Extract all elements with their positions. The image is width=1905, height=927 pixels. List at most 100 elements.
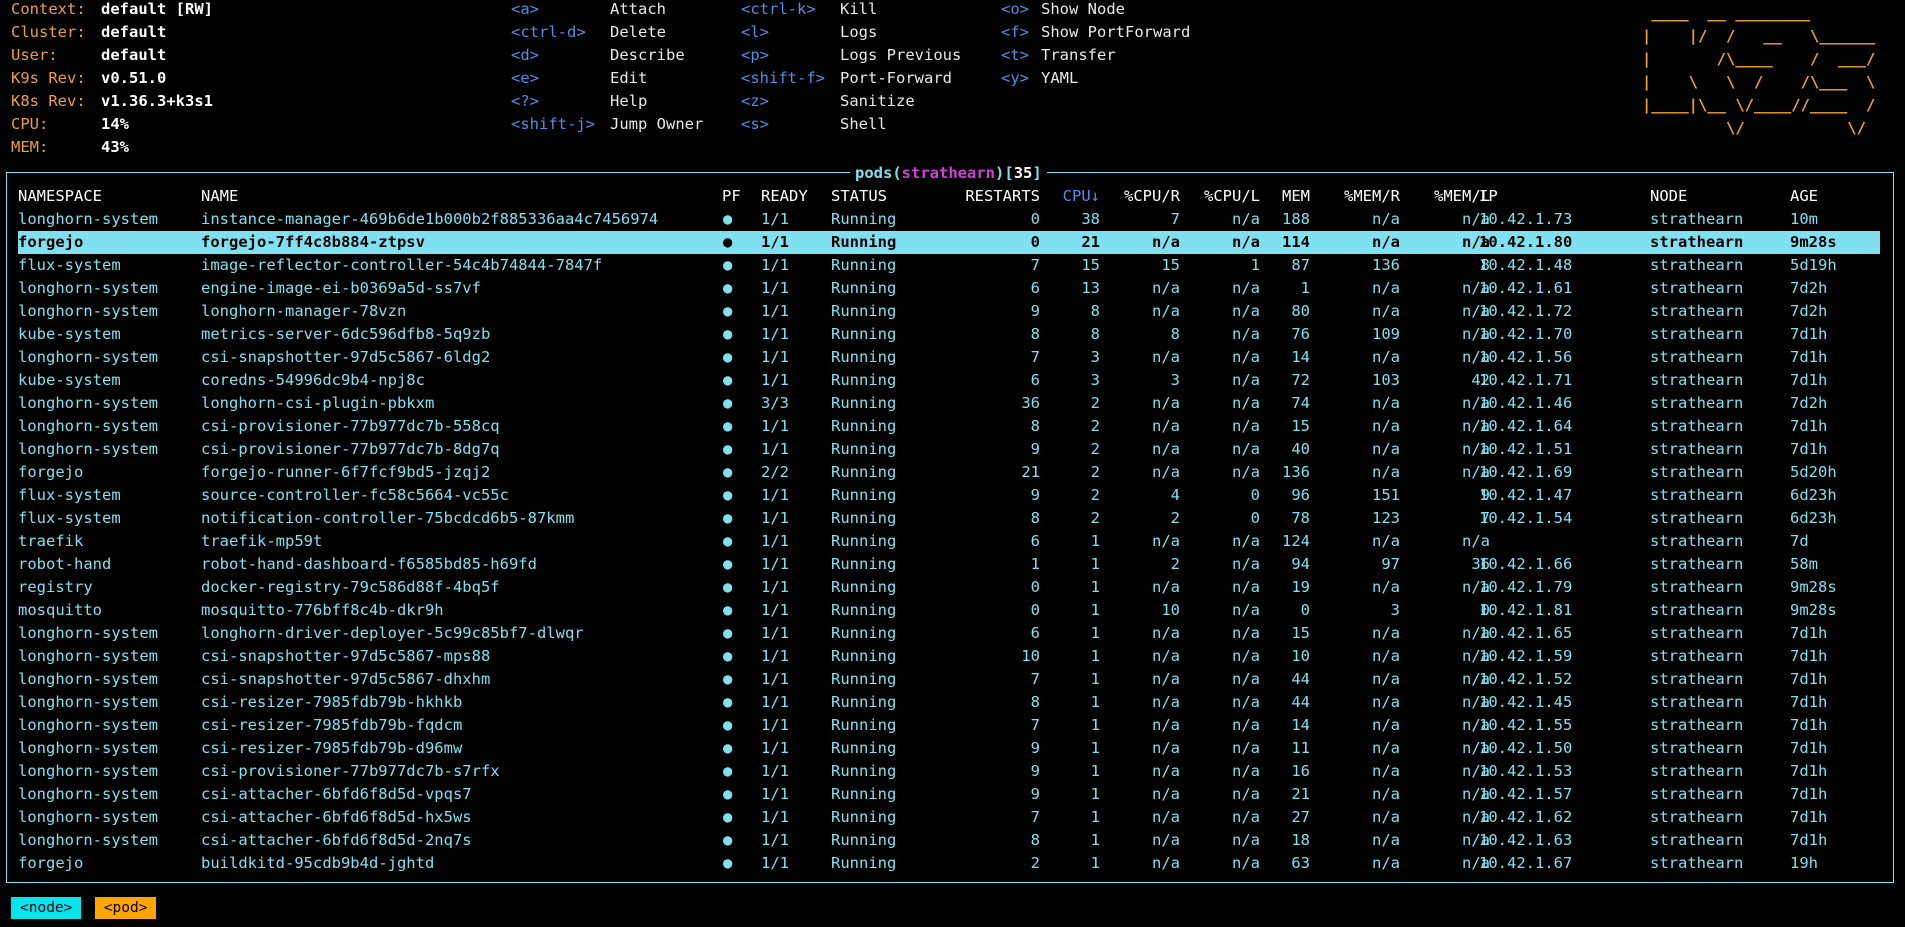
cell-cpu-r: n/a (1152, 716, 1180, 734)
table-row[interactable]: longhorn-system csi-provisioner-77b977dc7… (18, 415, 1880, 438)
shortcut-action[interactable]: Help (610, 92, 647, 110)
table-row[interactable]: longhorn-system csi-snapshotter-97d5c5867… (18, 645, 1880, 668)
shortcut-key[interactable]: <d> (511, 46, 539, 64)
cell-node: strathearn (1650, 693, 1744, 711)
shortcut-key[interactable]: <shift-j> (511, 115, 595, 133)
shortcut-action[interactable]: Logs Previous (840, 46, 961, 64)
table-row[interactable]: longhorn-system engine-image-ei-b0369a5d-… (18, 277, 1880, 300)
table-row[interactable]: longhorn-system csi-snapshotter-97d5c5867… (18, 668, 1880, 691)
logo-line: | |/ / __ \______ (1642, 27, 1876, 45)
column-header-ready[interactable]: READY (761, 185, 808, 208)
column-header-age[interactable]: AGE (1790, 185, 1818, 208)
shortcut-key[interactable]: <z> (741, 92, 769, 110)
cluster-info-label: CPU: (11, 115, 49, 133)
cell-cpu: 21 (1081, 233, 1100, 251)
shortcut-action[interactable]: YAML (1041, 69, 1078, 87)
cell-restarts: 0 (1030, 601, 1040, 619)
cell-mem-l: n/a (1462, 808, 1490, 826)
port-forward-dot-icon: ● (723, 854, 733, 872)
breadcrumb-node[interactable]: <node> (11, 897, 82, 919)
table-row[interactable]: kube-system metrics-server-6dc596dfb8-5q9… (18, 323, 1880, 346)
table-row[interactable]: longhorn-system longhorn-driver-deployer-… (18, 622, 1880, 645)
table-row[interactable]: longhorn-system longhorn-manager-78vzn ● 1/… (18, 300, 1880, 323)
column-header--cpu-l[interactable]: %CPU/L (1180, 185, 1260, 208)
table-row[interactable]: longhorn-system csi-provisioner-77b977dc7… (18, 760, 1880, 783)
table-row[interactable]: flux-system notification-controller-75bcd… (18, 507, 1880, 530)
cluster-info-label: User: (11, 46, 58, 64)
sort-desc-icon: ↓ (1090, 187, 1100, 205)
column-header-cpu[interactable]: CPU↓ (1040, 185, 1100, 208)
shortcut-key[interactable]: <l> (741, 23, 769, 41)
shortcut-key[interactable]: <t> (1001, 46, 1029, 64)
column-header-status[interactable]: STATUS (831, 185, 887, 208)
shortcut-key[interactable]: <p> (741, 46, 769, 64)
shortcut-action[interactable]: Edit (610, 69, 647, 87)
table-row[interactable]: longhorn-system csi-attacher-6bfd6f8d5d-2… (18, 829, 1880, 852)
shortcut-key[interactable]: <o> (1001, 0, 1029, 18)
table-row[interactable]: longhorn-system csi-snapshotter-97d5c5867… (18, 346, 1880, 369)
cell-ready: 1/1 (761, 624, 789, 642)
table-row[interactable]: longhorn-system csi-resizer-7985fdb79b-hk… (18, 691, 1880, 714)
shortcut-action[interactable]: Port-Forward (840, 69, 952, 87)
column-header-name[interactable]: NAME (201, 185, 238, 208)
port-forward-dot-icon: ● (723, 302, 733, 320)
table-row[interactable]: longhorn-system instance-manager-469b6de1… (18, 208, 1880, 231)
cell-namespace: forgejo (18, 463, 84, 481)
shortcut-key[interactable]: <y> (1001, 69, 1029, 87)
shortcut-action[interactable]: Describe (610, 46, 685, 64)
cell-namespace: kube-system (18, 371, 121, 389)
cell-mem-l: n/a (1462, 394, 1490, 412)
shortcut-action[interactable]: Kill (840, 0, 877, 18)
column-header-ip[interactable]: IP (1479, 185, 1498, 208)
shortcut-action[interactable]: Delete (610, 23, 666, 41)
table-row[interactable]: traefik traefik-mp59t ● 1/1 Running 6 1 n/a n/a 1… (18, 530, 1880, 553)
cell-namespace: flux-system (18, 509, 121, 527)
shortcut-action[interactable]: Shell (840, 115, 887, 133)
shortcut-action[interactable]: Show Node (1041, 0, 1125, 18)
table-row[interactable]: flux-system image-reflector-controller-54… (18, 254, 1880, 277)
shortcut-key[interactable]: <?> (511, 92, 539, 110)
shortcut-key[interactable]: <f> (1001, 23, 1029, 41)
shortcut-key[interactable]: <e> (511, 69, 539, 87)
shortcut-action[interactable]: Attach (610, 0, 666, 18)
column-header-node[interactable]: NODE (1650, 185, 1687, 208)
table-row[interactable]: kube-system coredns-54996dc9b4-npj8c ● 1/1 R… (18, 369, 1880, 392)
shortcut-action[interactable]: Transfer (1041, 46, 1116, 64)
table-row[interactable]: registry docker-registry-79c586d88f-4bq5f… (18, 576, 1880, 599)
table-row-selected[interactable]: forgejo forgejo-7ff4c8b884-ztpsv ● 1/1 Runni… (18, 231, 1880, 254)
column-header--cpu-r[interactable]: %CPU/R (1100, 185, 1180, 208)
table-row[interactable]: longhorn-system csi-resizer-7985fdb79b-fq… (18, 714, 1880, 737)
shortcut-action[interactable]: Sanitize (840, 92, 915, 110)
breadcrumb-pod[interactable]: <pod> (94, 897, 157, 919)
column-header--mem-l[interactable]: %MEM/L (1400, 185, 1490, 208)
table-row[interactable]: longhorn-system csi-resizer-7985fdb79b-d9… (18, 737, 1880, 760)
shortcut-action[interactable]: Logs (840, 23, 877, 41)
cell-ip: 10.42.1.67 (1479, 854, 1573, 872)
column-header-restarts[interactable]: RESTARTS (940, 185, 1040, 208)
shortcut-key[interactable]: <a> (511, 0, 539, 18)
table-row[interactable]: mosquitto mosquitto-776bff8c4b-dkr9h ● 1/1 R… (18, 599, 1880, 622)
table-row[interactable]: longhorn-system longhorn-csi-plugin-pbkxm… (18, 392, 1880, 415)
shortcut-action[interactable]: Jump Owner (610, 115, 703, 133)
shortcut-key[interactable]: <ctrl-k> (741, 0, 816, 18)
column-header-mem[interactable]: MEM (1260, 185, 1310, 208)
table-row[interactable]: forgejo forgejo-runner-6f7fcf9bd5-jzqj2 ● 2… (18, 461, 1880, 484)
cell-cpu-l: n/a (1232, 394, 1260, 412)
table-row[interactable]: longhorn-system csi-provisioner-77b977dc7… (18, 438, 1880, 461)
shortcut-key[interactable]: <s> (741, 115, 769, 133)
table-row[interactable]: forgejo buildkitd-95cdb9b4d-jghtd ● 1/1 Runn… (18, 852, 1880, 875)
cell-name: instance-manager-469b6de1b000b2f885336aa… (201, 210, 659, 228)
logo-line: ____ __ ________ (1642, 4, 1876, 22)
port-forward-dot-icon: ● (723, 417, 733, 435)
table-row[interactable]: robot-hand robot-hand-dashboard-f6585bd85… (18, 553, 1880, 576)
column-header-namespace[interactable]: NAMESPACE (18, 185, 102, 208)
cell-ready: 1/1 (761, 693, 789, 711)
shortcut-key[interactable]: <shift-f> (741, 69, 825, 87)
column-header-pf[interactable]: PF (722, 185, 741, 208)
table-row[interactable]: longhorn-system csi-attacher-6bfd6f8d5d-h… (18, 806, 1880, 829)
table-row[interactable]: longhorn-system csi-attacher-6bfd6f8d5d-v… (18, 783, 1880, 806)
column-header--mem-r[interactable]: %MEM/R (1310, 185, 1400, 208)
table-row[interactable]: flux-system source-controller-fc58c5664-v… (18, 484, 1880, 507)
shortcut-action[interactable]: Show PortForward (1041, 23, 1190, 41)
shortcut-key[interactable]: <ctrl-d> (511, 23, 586, 41)
